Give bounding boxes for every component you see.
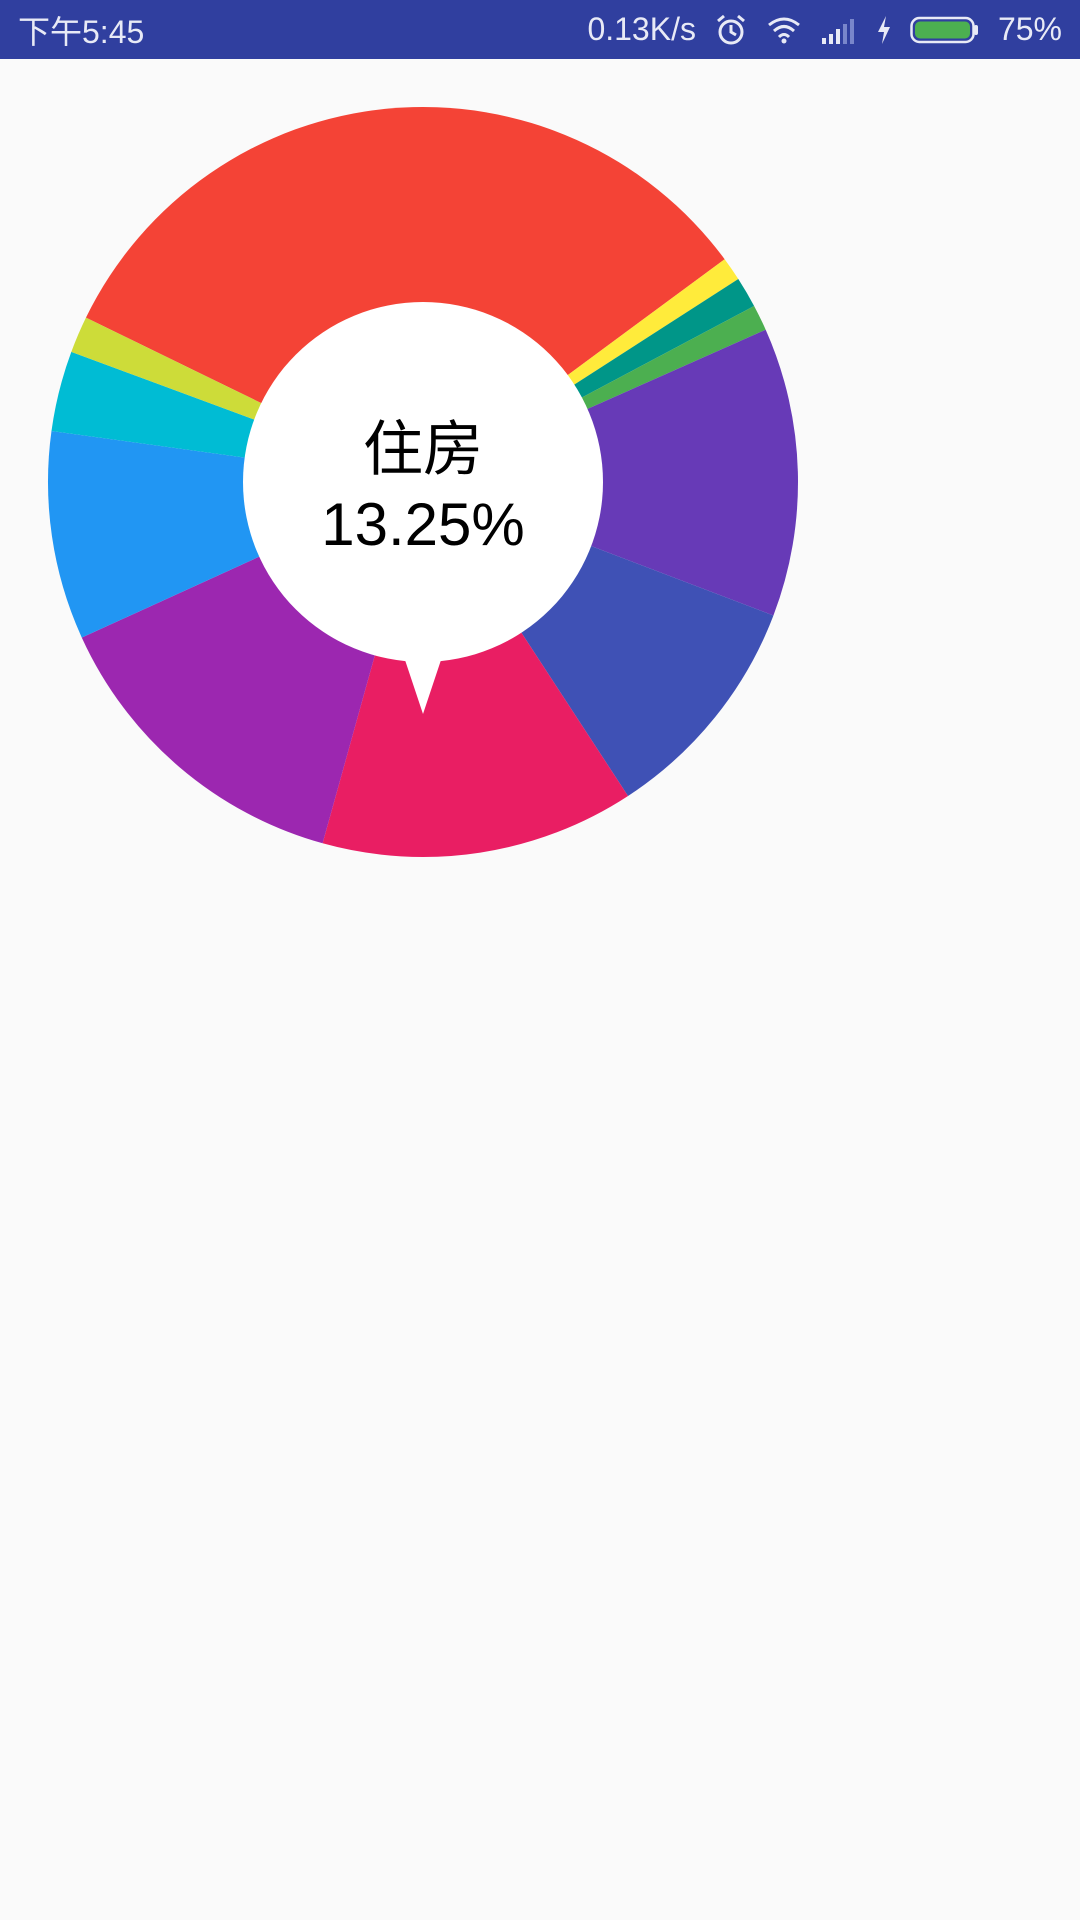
status-right-group: 0.13K/s 75% [587,0,1062,59]
status-time: 下午5:45 [18,13,145,50]
donut-chart-svg[interactable] [47,106,799,858]
battery-percent: 75% [997,11,1062,47]
signal-icon [820,16,858,44]
wifi-icon [766,15,802,45]
alarm-icon [714,13,748,47]
status-bar: 下午5:45 0.13K/s 75% [0,0,1080,59]
donut-chart[interactable]: 住房 13.25% [47,106,799,858]
network-speed: 0.13K/s [587,11,696,47]
charging-icon [876,15,892,45]
donut-hole [243,302,603,662]
battery-icon [910,15,980,45]
